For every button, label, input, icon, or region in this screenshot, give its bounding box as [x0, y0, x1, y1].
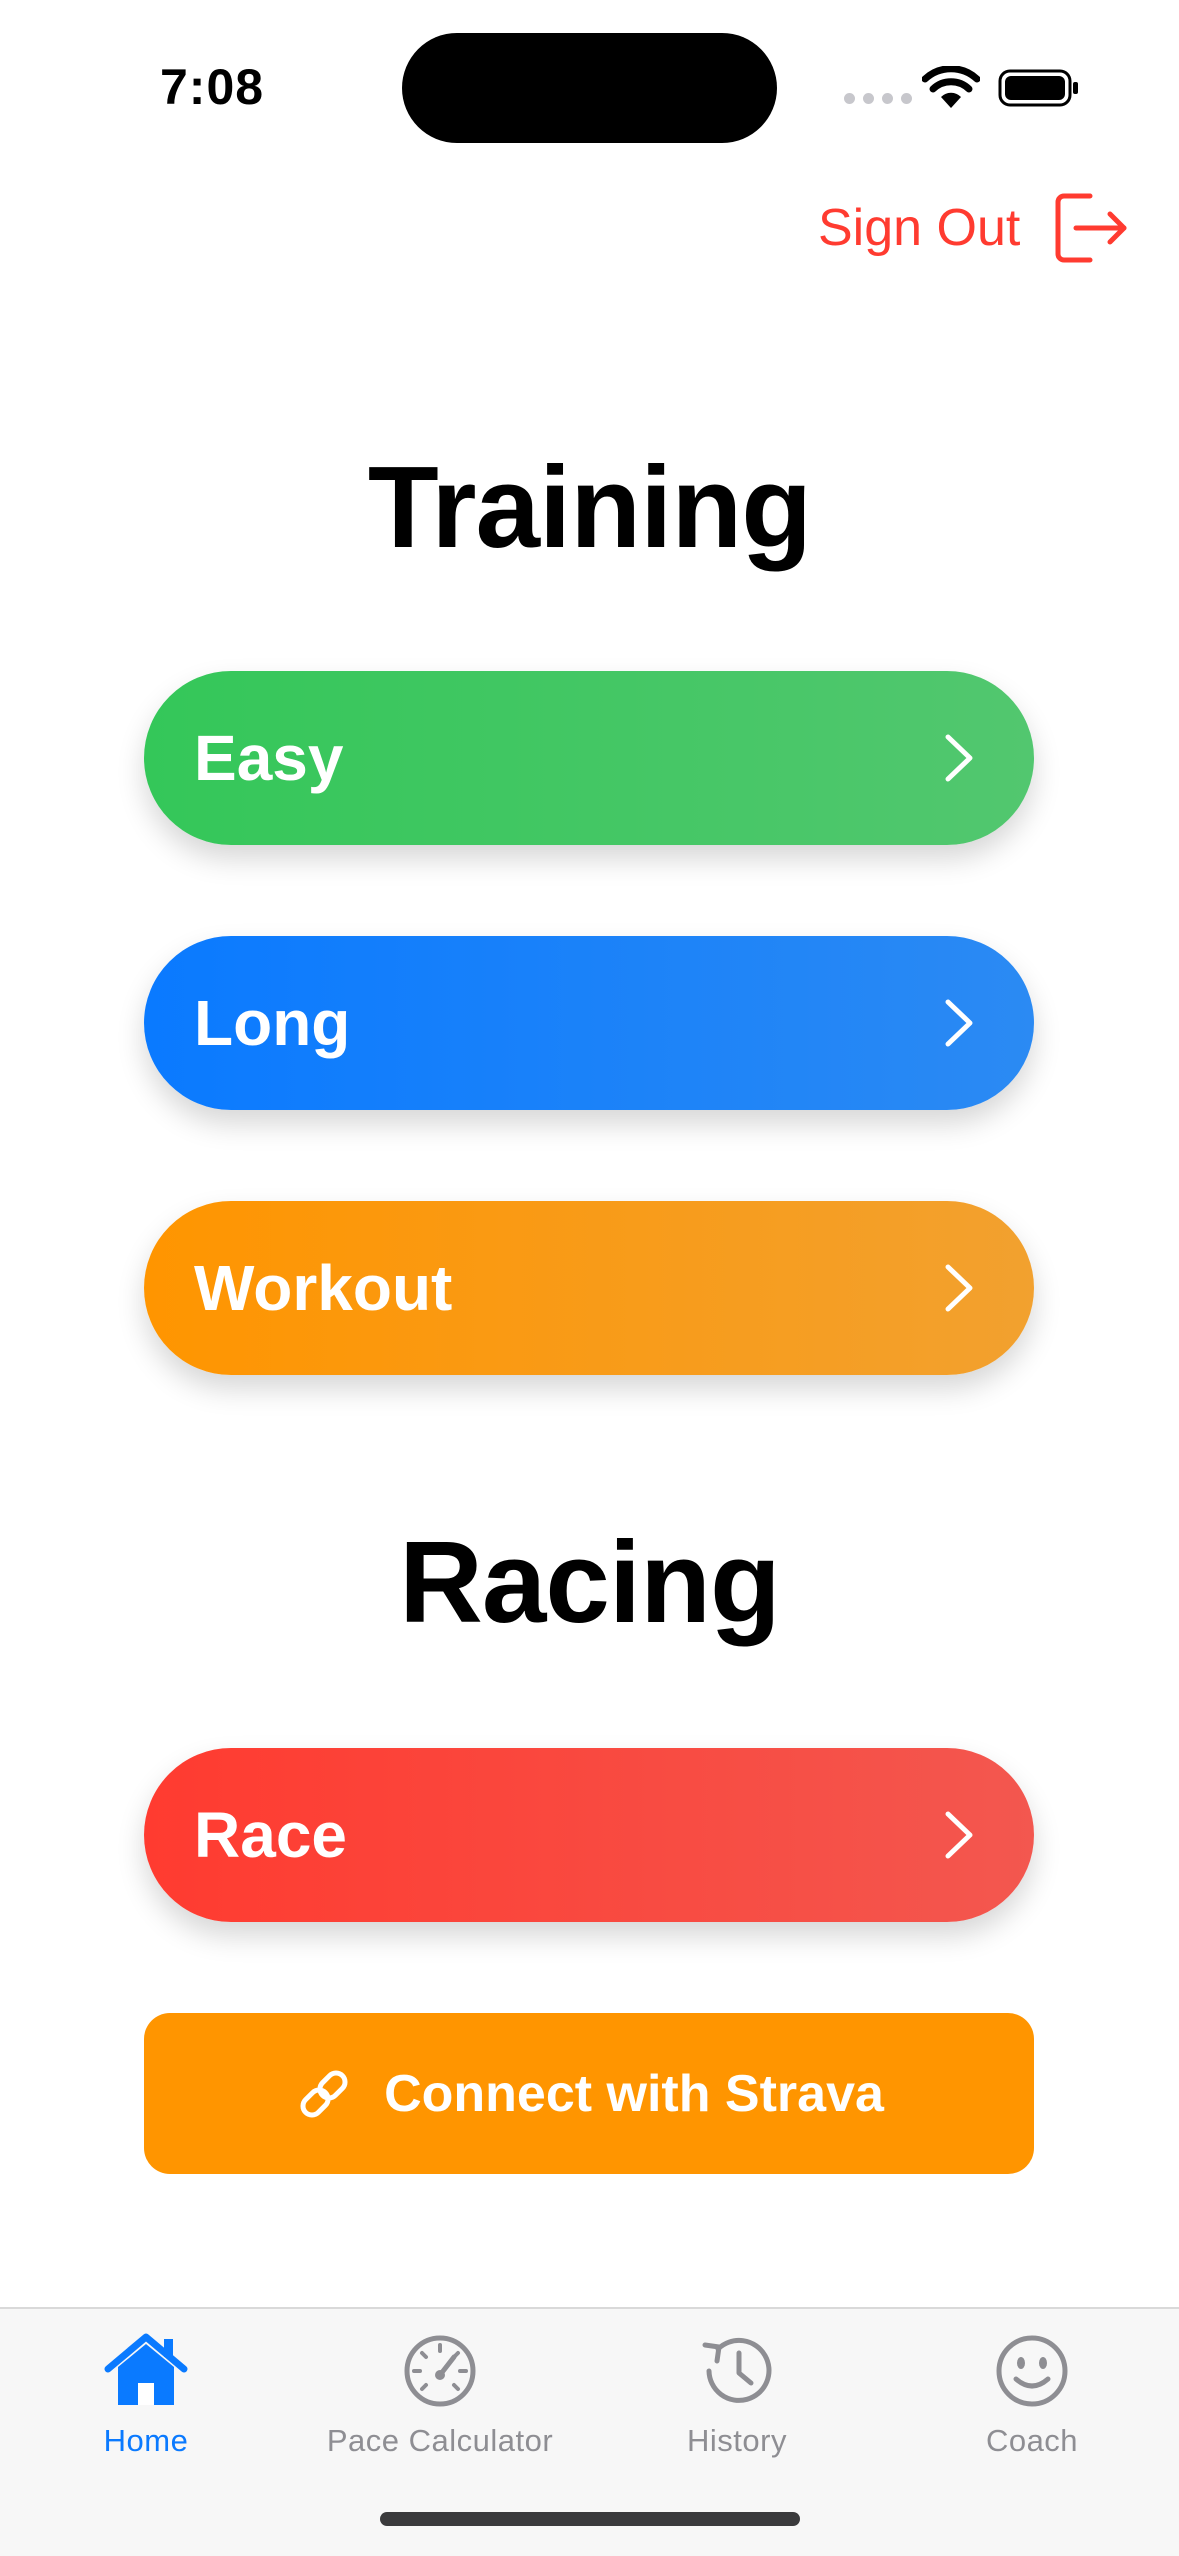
- chevron-right-icon: [945, 1811, 973, 1859]
- cellular-signal-icon: [844, 93, 912, 104]
- training-section-title: Training: [367, 442, 812, 572]
- tab-label: Coach: [985, 2423, 1079, 2458]
- battery-icon: [998, 69, 1078, 107]
- easy-run-label: Easy: [194, 722, 344, 794]
- tab-pace-calculator[interactable]: Pace Calculator: [290, 2329, 590, 2459]
- racing-section-title: Racing: [399, 1517, 781, 1647]
- tab-label: History: [687, 2423, 787, 2458]
- race-label: Race: [194, 1799, 347, 1871]
- tab-coach[interactable]: Coach: [882, 2329, 1179, 2459]
- long-run-button[interactable]: Long: [144, 936, 1034, 1110]
- tab-label: Home: [103, 2423, 189, 2458]
- tab-home[interactable]: Home: [0, 2329, 296, 2459]
- connect-strava-button[interactable]: Connect with Strava: [144, 2013, 1034, 2174]
- long-run-label: Long: [194, 987, 351, 1059]
- status-bar: 7:08: [0, 0, 1179, 175]
- link-icon: [300, 2069, 348, 2118]
- wifi-icon: [922, 66, 980, 108]
- status-time: 7:08: [160, 59, 265, 115]
- home-indicator: [380, 2512, 800, 2526]
- chevron-right-icon: [945, 734, 973, 782]
- sign-out-button[interactable]: Sign Out: [818, 188, 1130, 268]
- connect-strava-label: Connect with Strava: [384, 2064, 884, 2123]
- smiley-icon: [996, 2335, 1068, 2407]
- chevron-right-icon: [945, 1264, 973, 1312]
- sign-out-icon: [1055, 193, 1127, 263]
- gauge-icon: [404, 2335, 476, 2407]
- tab-label: Pace Calculator: [326, 2423, 554, 2458]
- workout-run-button[interactable]: Workout: [144, 1201, 1034, 1375]
- workout-run-label: Workout: [194, 1252, 453, 1324]
- chevron-right-icon: [945, 999, 973, 1047]
- easy-run-button[interactable]: Easy: [144, 671, 1034, 845]
- race-button[interactable]: Race: [144, 1748, 1034, 1922]
- dynamic-island: [402, 33, 777, 143]
- tab-history[interactable]: History: [587, 2329, 887, 2459]
- house-icon: [104, 2333, 188, 2405]
- history-clock-icon: [702, 2337, 772, 2403]
- sign-out-label: Sign Out: [818, 199, 1021, 257]
